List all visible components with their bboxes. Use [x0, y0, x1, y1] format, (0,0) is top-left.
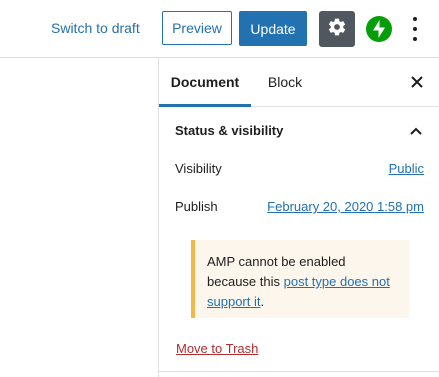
- vertical-ellipsis-icon: [413, 17, 417, 21]
- settings-button[interactable]: [319, 11, 355, 47]
- publish-label: Publish: [175, 199, 218, 214]
- more-options-button[interactable]: [407, 15, 423, 43]
- sidebar-tabs: Document Block: [159, 58, 439, 107]
- close-icon: [409, 76, 425, 94]
- settings-sidebar: Document Block Status & visibility Visib…: [158, 58, 439, 377]
- jetpack-lightning-icon: [366, 16, 392, 46]
- update-button[interactable]: Update: [239, 11, 307, 46]
- visibility-label: Visibility: [175, 161, 222, 176]
- gear-icon: [327, 17, 347, 42]
- amp-warning-notice: AMP cannot be enabled because this post …: [191, 240, 409, 318]
- tab-document[interactable]: Document: [159, 58, 251, 107]
- notice-text-end: .: [260, 294, 265, 309]
- jetpack-button[interactable]: [366, 16, 392, 42]
- status-visibility-panel-toggle[interactable]: Status & visibility: [159, 107, 439, 155]
- move-to-trash-button[interactable]: Move to Trash: [176, 341, 258, 356]
- switch-to-draft-button[interactable]: Switch to draft: [51, 20, 140, 36]
- panel-divider: [159, 371, 439, 372]
- editor-header: Switch to draft Preview Update: [0, 0, 439, 58]
- visibility-toggle[interactable]: Public: [389, 161, 424, 176]
- tab-block[interactable]: Block: [255, 58, 315, 106]
- preview-button[interactable]: Preview: [162, 11, 232, 45]
- publish-date-toggle[interactable]: February 20, 2020 1:58 pm: [267, 199, 424, 214]
- chevron-up-icon: [408, 123, 424, 139]
- close-sidebar-button[interactable]: [409, 74, 425, 90]
- panel-title: Status & visibility: [175, 123, 284, 138]
